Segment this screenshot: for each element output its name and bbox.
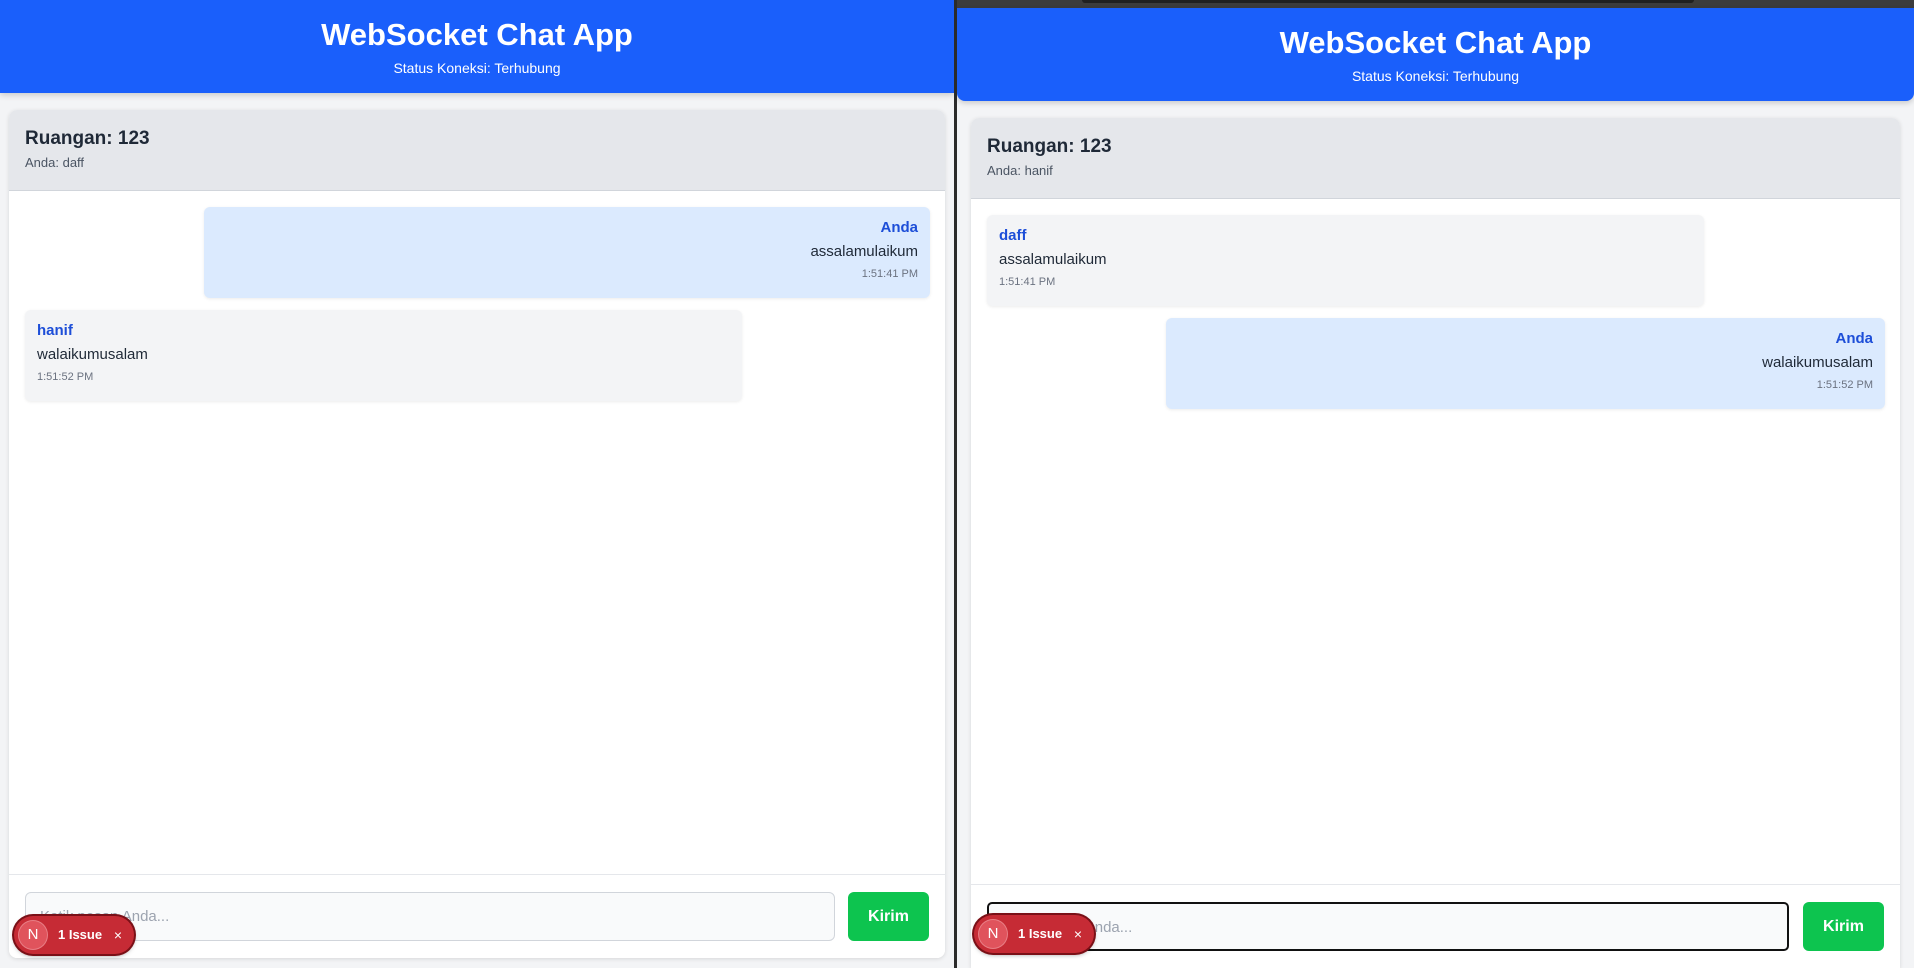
chat-card: Ruangan: 123 Anda: hanif daff assalamula…: [971, 118, 1900, 968]
message-time: 1:51:52 PM: [37, 371, 94, 383]
message-input[interactable]: Ketik pesan Anda...: [25, 892, 835, 941]
message-sender: Anda: [880, 219, 919, 236]
chat-card: Ruangan: 123 Anda: daff Anda assalamulai…: [9, 110, 945, 958]
close-icon[interactable]: ×: [1074, 915, 1082, 953]
screen: WebSocket Chat App Status Koneksi: Terhu…: [0, 0, 1914, 968]
message-text: assalamulaikum: [999, 251, 1107, 268]
app-header: WebSocket Chat App Status Koneksi: Terhu…: [957, 8, 1914, 101]
nextjs-logo-icon: N: [18, 920, 48, 950]
connection-status: Status Koneksi: Terhubung: [393, 60, 561, 76]
message-text: walaikumusalam: [37, 346, 148, 363]
message-input[interactable]: Ketik pesan Anda...: [987, 902, 1789, 951]
close-icon[interactable]: ×: [114, 916, 122, 954]
app-title: WebSocket Chat App: [321, 17, 633, 52]
room-user: Anda: daff: [25, 155, 85, 170]
room-header: Ruangan: 123 Anda: hanif: [971, 118, 1900, 199]
issues-badge[interactable]: N 1 Issue ×: [14, 916, 134, 954]
message-bubble-own: Anda walaikumusalam 1:51:52 PM: [1166, 318, 1885, 409]
room-header: Ruangan: 123 Anda: daff: [9, 110, 945, 191]
room-title: Ruangan: 123: [987, 136, 1112, 157]
room-user: Anda: hanif: [987, 163, 1053, 178]
message-text: assalamulaikum: [810, 243, 918, 260]
message-text: walaikumusalam: [1762, 354, 1873, 371]
message-time: 1:51:41 PM: [861, 268, 918, 280]
message-composer: Ketik pesan Anda... Kirim: [9, 874, 945, 958]
app-title: WebSocket Chat App: [1279, 25, 1592, 60]
message-composer: Ketik pesan Anda... Kirim: [971, 884, 1900, 968]
app-header: WebSocket Chat App Status Koneksi: Terhu…: [0, 0, 954, 93]
message-time: 1:51:41 PM: [999, 276, 1056, 288]
message-sender: hanif: [37, 322, 73, 339]
right-browser-window: WebSocket Chat App Status Koneksi: Terhu…: [957, 0, 1914, 968]
message-bubble-other: daff assalamulaikum 1:51:41 PM: [987, 215, 1704, 306]
room-title: Ruangan: 123: [25, 128, 150, 149]
send-button[interactable]: Kirim: [1803, 902, 1884, 951]
connection-status: Status Koneksi: Terhubung: [1351, 68, 1520, 84]
nextjs-logo-icon: N: [978, 919, 1008, 949]
send-button[interactable]: Kirim: [848, 892, 929, 941]
tab-strip: [1082, 0, 1694, 3]
message-list: daff assalamulaikum 1:51:41 PM Anda wala…: [971, 199, 1900, 884]
message-bubble-own: Anda assalamulaikum 1:51:41 PM: [204, 207, 930, 298]
message-time: 1:51:52 PM: [1816, 379, 1873, 391]
message-sender: daff: [999, 227, 1027, 244]
left-browser-window: WebSocket Chat App Status Koneksi: Terhu…: [0, 0, 954, 968]
issues-badge[interactable]: N 1 Issue ×: [974, 915, 1094, 953]
issues-count: 1 Issue: [1018, 926, 1063, 941]
message-list: Anda assalamulaikum 1:51:41 PM hanif wal…: [9, 191, 945, 874]
message-bubble-other: hanif walaikumusalam 1:51:52 PM: [25, 310, 742, 401]
issues-count: 1 Issue: [58, 927, 103, 942]
message-sender: Anda: [1835, 330, 1874, 347]
browser-top-bar: [957, 0, 1914, 8]
